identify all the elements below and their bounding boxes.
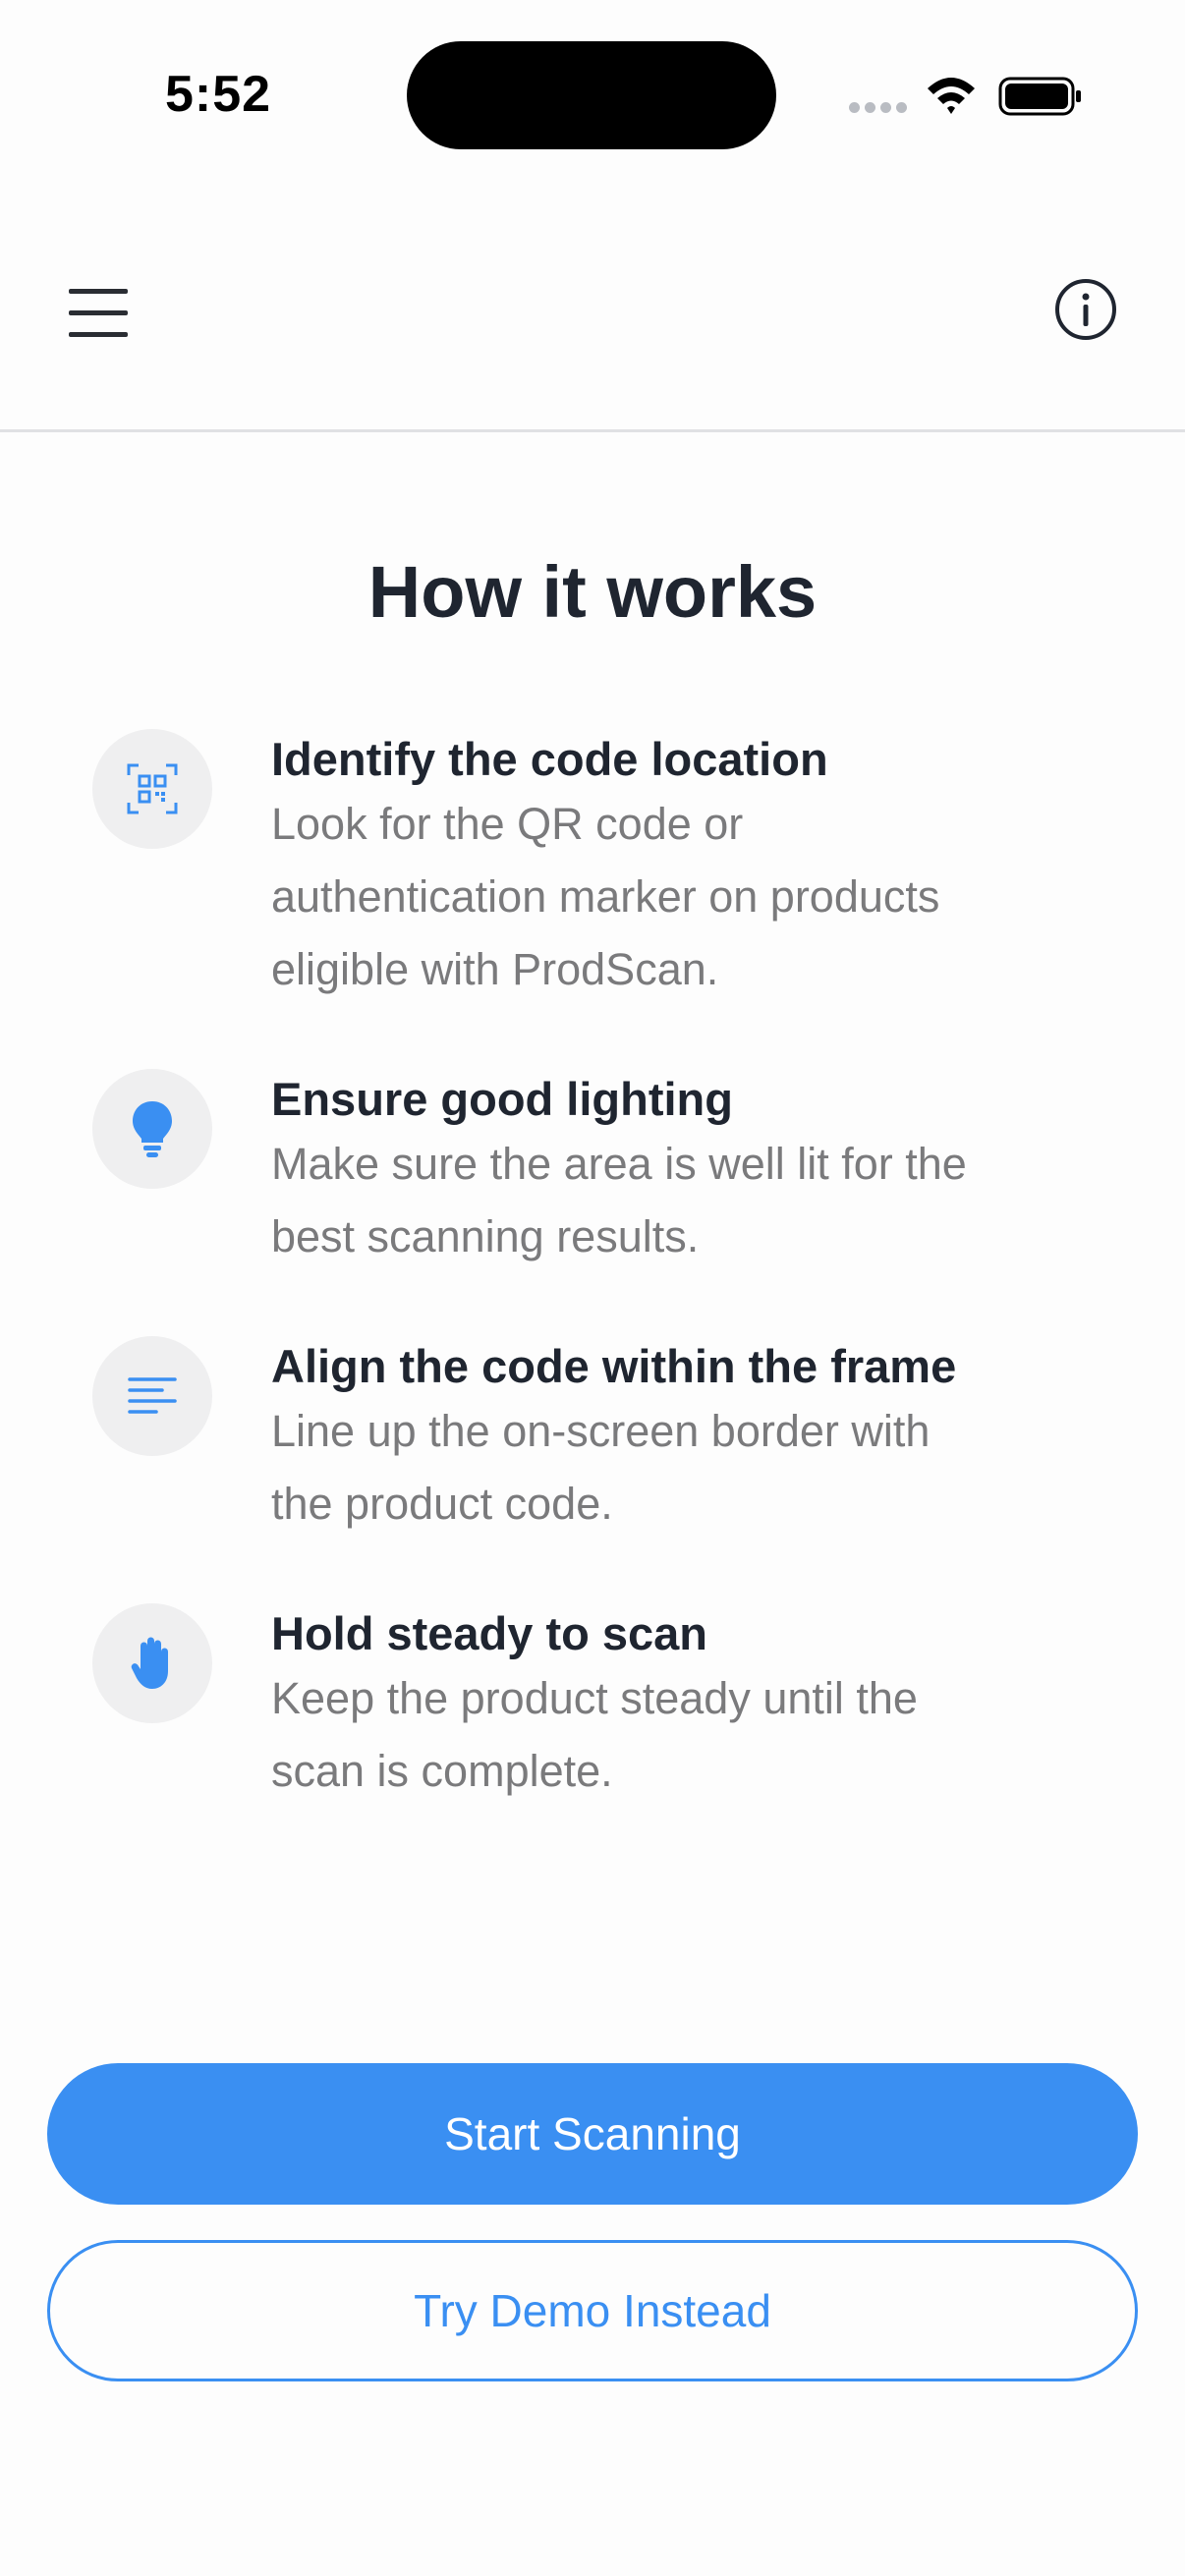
status-bar: 5:52 bbox=[0, 0, 1185, 187]
step-description: Look for the QR code or authentication m… bbox=[271, 799, 940, 995]
align-left-icon bbox=[92, 1336, 212, 1456]
step-title: Hold steady to scan bbox=[271, 1607, 707, 1659]
info-circle-icon[interactable] bbox=[1051, 275, 1120, 344]
step-title: Identify the code location bbox=[271, 733, 828, 785]
page-title: How it works bbox=[367, 551, 818, 633]
step-description: Make sure the area is well lit for the b… bbox=[271, 1139, 967, 1262]
app-header bbox=[0, 236, 1185, 432]
step-title: Ensure good lighting bbox=[271, 1073, 733, 1125]
dynamic-island bbox=[407, 41, 776, 149]
wifi-icon bbox=[928, 78, 975, 114]
status-time: 5:52 bbox=[165, 66, 272, 123]
hand-icon bbox=[92, 1603, 212, 1723]
try-demo-button[interactable]: Try Demo Instead bbox=[47, 2240, 1138, 2381]
step-title: Align the code within the frame bbox=[271, 1340, 957, 1392]
battery-icon bbox=[998, 77, 1081, 116]
step-description: Keep the product steady until the scan i… bbox=[271, 1673, 918, 1797]
step-description: Line up the on-screen border with the pr… bbox=[271, 1406, 931, 1530]
lightbulb-icon bbox=[92, 1069, 212, 1189]
cellular-signal-icon bbox=[849, 102, 908, 116]
hamburger-menu-icon[interactable] bbox=[61, 275, 136, 350]
qr-code-icon bbox=[92, 729, 212, 849]
start-scanning-button[interactable]: Start Scanning bbox=[47, 2063, 1138, 2205]
